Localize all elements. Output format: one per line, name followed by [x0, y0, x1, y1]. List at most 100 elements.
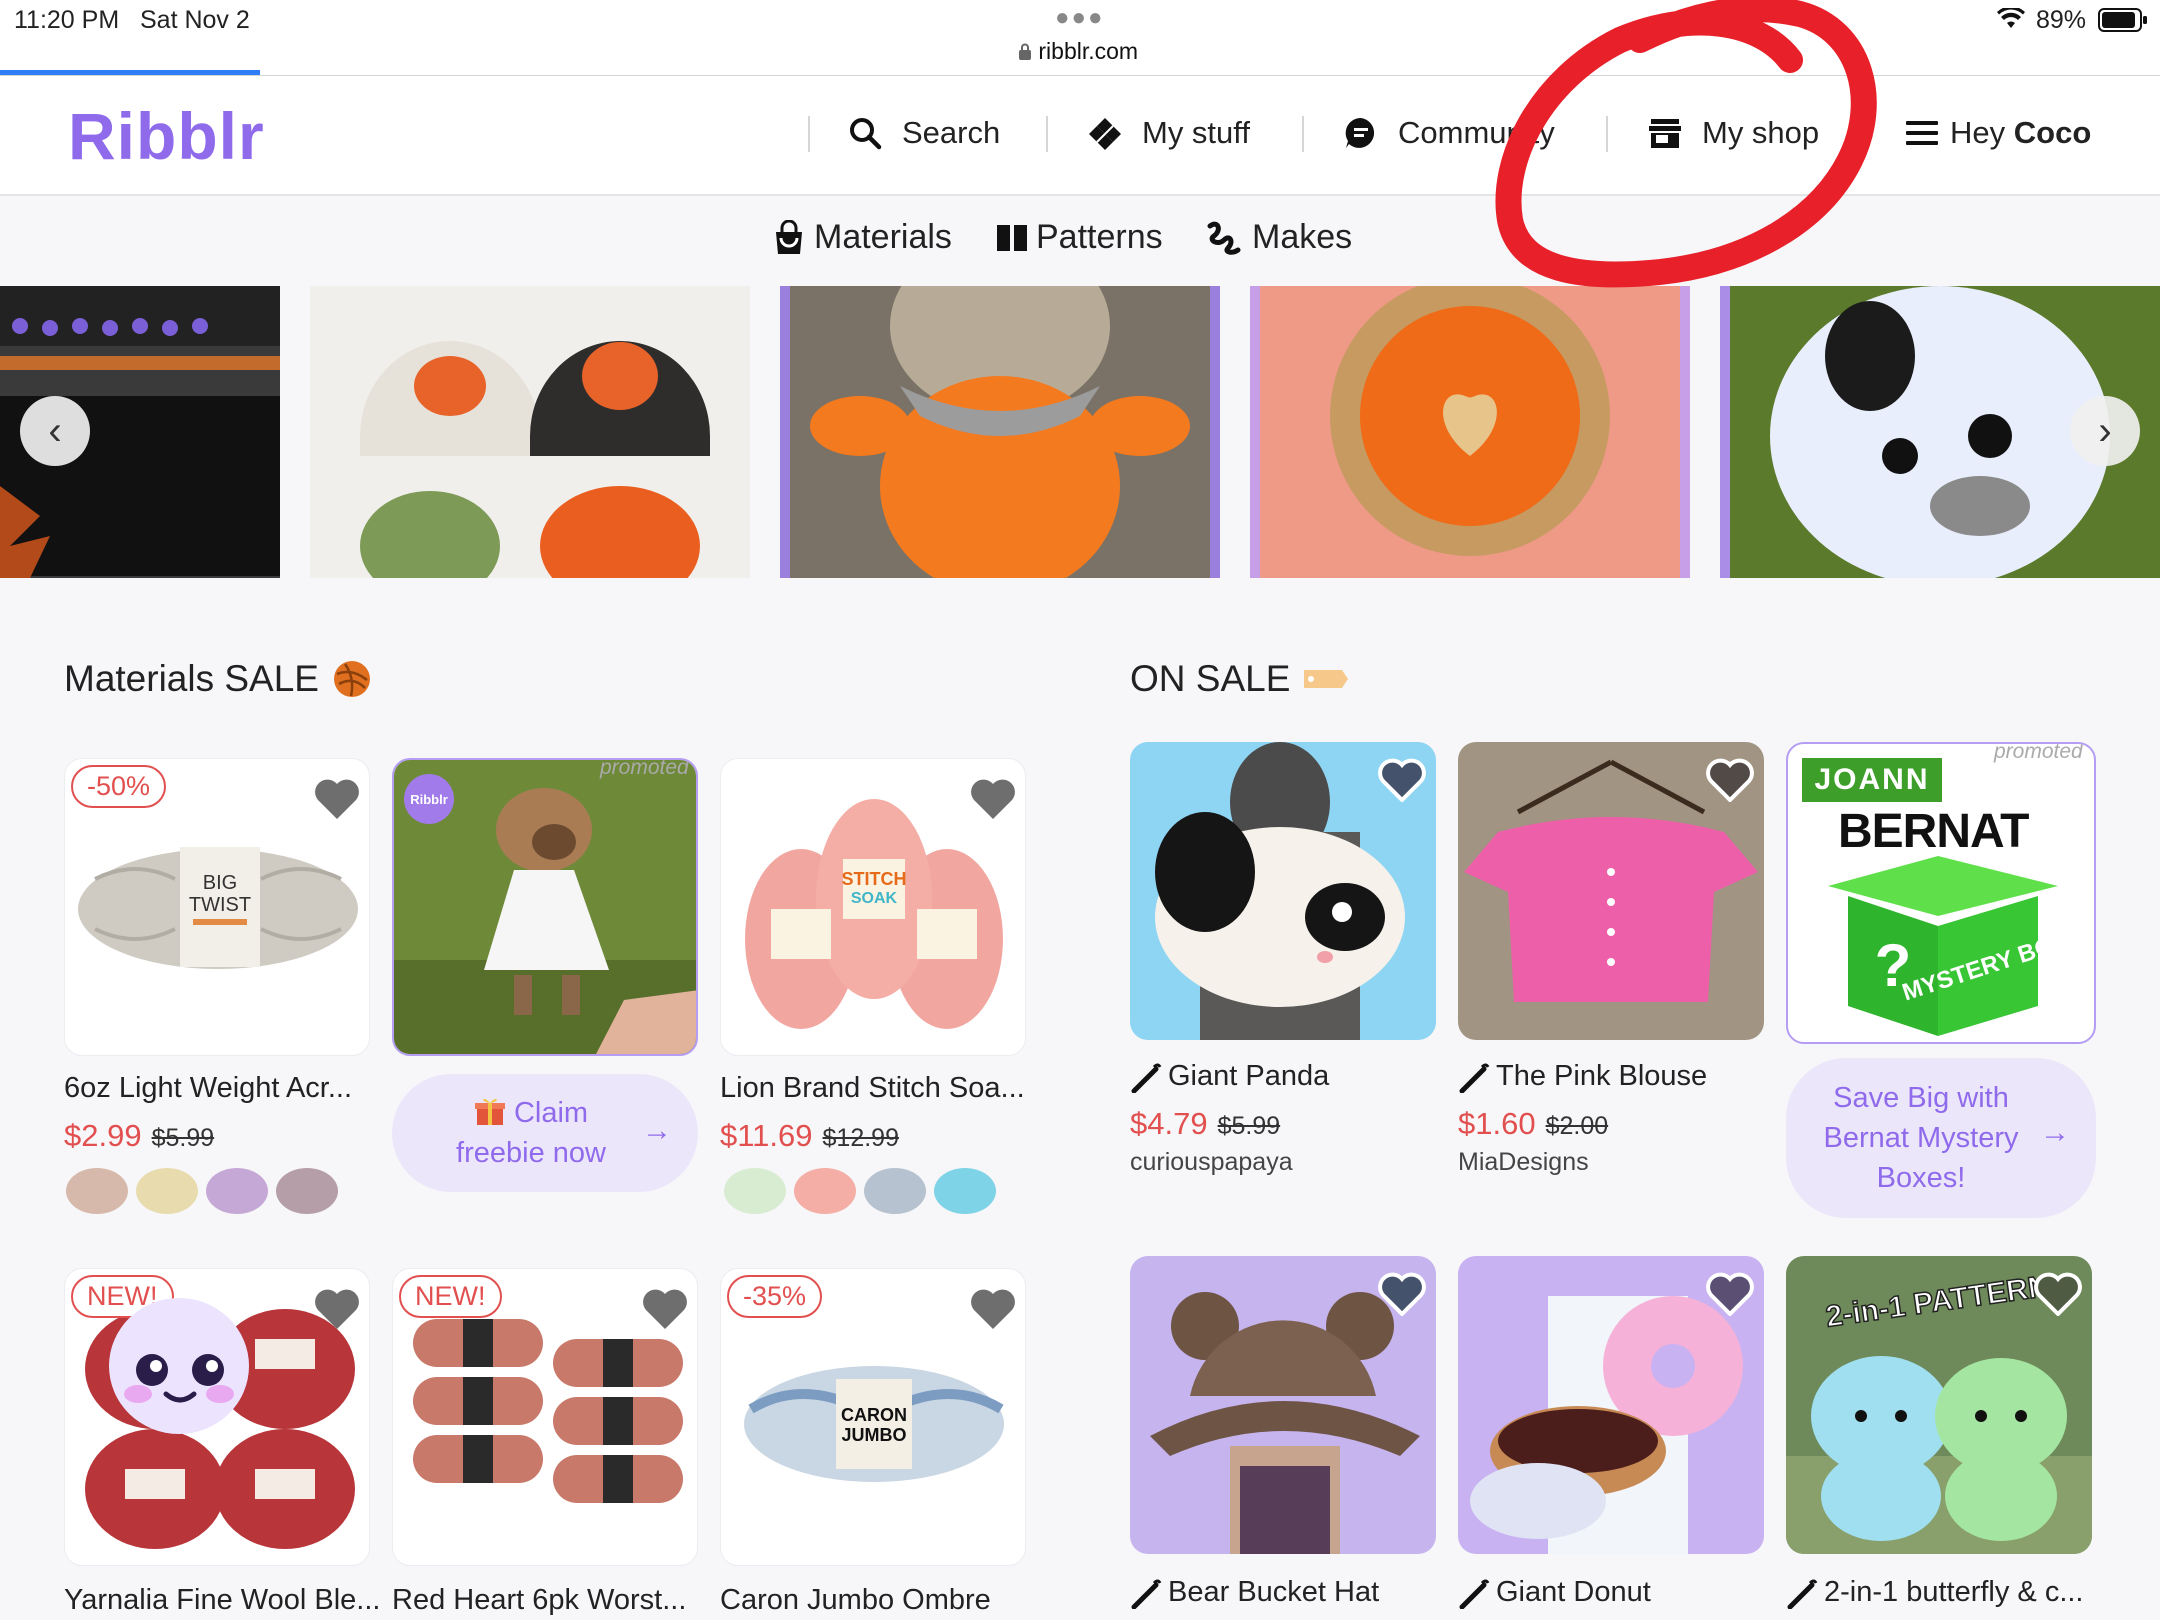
carousel-prev-button[interactable]: ‹: [20, 396, 90, 466]
joann-logo-text: JOANN: [1814, 763, 1930, 796]
svg-text:JUMBO: JUMBO: [841, 1425, 906, 1445]
freebie-promo-card[interactable]: Ribblr promoted: [392, 758, 698, 1056]
pattern-title-text: Giant Donut: [1496, 1576, 1651, 1608]
product-card-caron-jumbo[interactable]: CARON JUMBO -35%: [720, 1268, 1026, 1566]
sale-price: $11.69: [720, 1118, 813, 1153]
on-sale-title: ON SALE: [1130, 658, 1291, 699]
pattern-card-bear-bucket-hat[interactable]: [1130, 1256, 1436, 1554]
nav-my-shop-label: My shop: [1702, 115, 1820, 150]
nav-my-stuff-label: My stuff: [1142, 115, 1250, 150]
svg-text:CARON: CARON: [841, 1405, 907, 1425]
svg-text:STITCH: STITCH: [842, 869, 907, 889]
pattern-title[interactable]: The Pink Blouse: [1458, 1060, 1707, 1093]
greeting: Hey Coco: [1950, 115, 2091, 151]
color-swatch[interactable]: [66, 1168, 128, 1214]
ribblr-avatar: Ribblr: [404, 774, 454, 824]
product-card-big-twist[interactable]: BIG TWIST -50%: [64, 758, 370, 1056]
user-name: Coco: [2013, 115, 2092, 150]
product-title[interactable]: Caron Jumbo Ombre: [720, 1584, 991, 1617]
favorite-heart-icon[interactable]: [641, 1287, 689, 1331]
favorite-heart-icon[interactable]: [1706, 1272, 1754, 1316]
subnav-materials-label: Materials: [814, 218, 952, 256]
bernat-promo-card[interactable]: promoted JOANN BERNAT ? MYSTERY BOX: [1786, 742, 2096, 1044]
joann-logo: JOANN: [1802, 758, 1942, 802]
nav-search[interactable]: Search: [848, 108, 1000, 158]
color-swatch[interactable]: [864, 1168, 926, 1214]
nav-my-stuff[interactable]: My stuff: [1088, 108, 1250, 158]
subnav-materials[interactable]: Materials: [772, 218, 952, 257]
color-swatch[interactable]: [934, 1168, 996, 1214]
nav-community[interactable]: Community: [1344, 108, 1555, 158]
favorite-heart-icon[interactable]: [969, 1287, 1017, 1331]
product-title[interactable]: 6oz Light Weight Acr...: [64, 1072, 352, 1105]
crochet-hook-icon: [1131, 1579, 1162, 1609]
chevron-right-icon: ›: [2098, 408, 2112, 453]
pattern-title-text: The Pink Blouse: [1496, 1060, 1708, 1092]
product-title[interactable]: Yarnalia Fine Wool Ble...: [64, 1584, 380, 1617]
promoted-label: promoted: [1994, 742, 2083, 763]
price-tag-icon: [1304, 670, 1349, 688]
assistant-avatar-icon[interactable]: [108, 1296, 250, 1436]
nav-separator: [1046, 116, 1048, 152]
original-price: $12.99: [822, 1124, 899, 1152]
pattern-title[interactable]: 2-in-1 butterfly & c...: [1786, 1576, 2084, 1609]
pattern-title-text: 2-in-1 butterfly & c...: [1824, 1576, 2084, 1608]
lock-icon: [1019, 43, 1031, 60]
pumpkin-hats-image: [310, 286, 750, 578]
carousel-next-button[interactable]: ›: [2070, 396, 2140, 466]
pattern-card-2in1-butterfly[interactable]: 2-in-1 PATTERN: [1786, 1256, 2092, 1554]
open-book-icon: [997, 224, 1027, 251]
favorite-heart-icon[interactable]: [1378, 758, 1426, 802]
color-swatch[interactable]: [276, 1168, 338, 1214]
chat-bubble-icon: [1345, 117, 1375, 148]
subnav-makes[interactable]: Makes: [1204, 218, 1352, 257]
nav-my-shop[interactable]: My shop: [1648, 108, 1819, 158]
favorite-heart-icon[interactable]: [969, 777, 1017, 821]
seller-name[interactable]: MiaDesigns: [1458, 1148, 1589, 1177]
account-menu[interactable]: Hey Coco: [1906, 108, 2091, 158]
ribblr-logo[interactable]: Ribblr: [68, 98, 265, 174]
product-card-red-heart[interactable]: NEW!: [392, 1268, 698, 1566]
favorite-heart-icon[interactable]: [1378, 1272, 1426, 1316]
carousel-slide-flower-coaster[interactable]: [1250, 286, 1690, 578]
seller-name[interactable]: curiouspapaya: [1130, 1148, 1293, 1177]
claim-freebie-button[interactable]: Claim freebie now →: [392, 1074, 698, 1192]
color-swatch[interactable]: [206, 1168, 268, 1214]
subnav-makes-label: Makes: [1252, 218, 1353, 256]
favorite-heart-icon[interactable]: [313, 1287, 361, 1331]
pattern-title[interactable]: Giant Panda: [1130, 1060, 1329, 1093]
subnav-patterns[interactable]: Patterns: [996, 218, 1163, 257]
pattern-title[interactable]: Bear Bucket Hat: [1130, 1576, 1379, 1609]
promoted-label: promoted: [600, 758, 689, 779]
crochet-hook-icon: [1459, 1063, 1490, 1093]
color-swatch[interactable]: [794, 1168, 856, 1214]
bernat-mystery-box-button[interactable]: Save Big with Bernat Mystery Boxes! →: [1786, 1058, 2096, 1218]
favorite-heart-icon[interactable]: [2034, 1272, 2082, 1316]
claim-text: Claim: [513, 1097, 589, 1129]
product-title[interactable]: Red Heart 6pk Worst...: [392, 1584, 686, 1617]
carousel-slide-pumpkin-hats[interactable]: [310, 286, 750, 578]
product-card-stitch-soak-scrub[interactable]: STITCH SOAK: [720, 758, 1026, 1056]
freebie-now-text: freebie now: [456, 1137, 606, 1169]
sale-price: $2.99: [64, 1118, 142, 1153]
pattern-title[interactable]: Giant Donut: [1458, 1576, 1651, 1609]
pattern-card-pink-blouse[interactable]: [1458, 742, 1764, 1040]
nav-separator: [1606, 116, 1608, 152]
address-bar[interactable]: ribblr.com: [1018, 38, 1138, 65]
color-swatch[interactable]: [136, 1168, 198, 1214]
gift-icon: [474, 1098, 505, 1125]
yarn-ball-icon: [334, 661, 370, 697]
favorite-heart-icon[interactable]: [1706, 758, 1754, 802]
color-swatch[interactable]: [724, 1168, 786, 1214]
favorite-heart-icon[interactable]: [313, 777, 361, 821]
carousel-slide-scarecrow[interactable]: [780, 286, 1220, 578]
subnav-patterns-label: Patterns: [1036, 218, 1163, 256]
more-dots-icon[interactable]: ●●●: [1055, 4, 1105, 32]
on-sale-heading: ON SALE: [1130, 658, 1350, 700]
pattern-card-giant-donut[interactable]: [1458, 1256, 1764, 1554]
pattern-card-giant-panda[interactable]: [1130, 742, 1436, 1040]
nav-separator: [1302, 116, 1304, 152]
original-price: $2.00: [1545, 1112, 1609, 1140]
nav-search-label: Search: [902, 115, 1001, 150]
product-title[interactable]: Lion Brand Stitch Soa...: [720, 1072, 1025, 1105]
